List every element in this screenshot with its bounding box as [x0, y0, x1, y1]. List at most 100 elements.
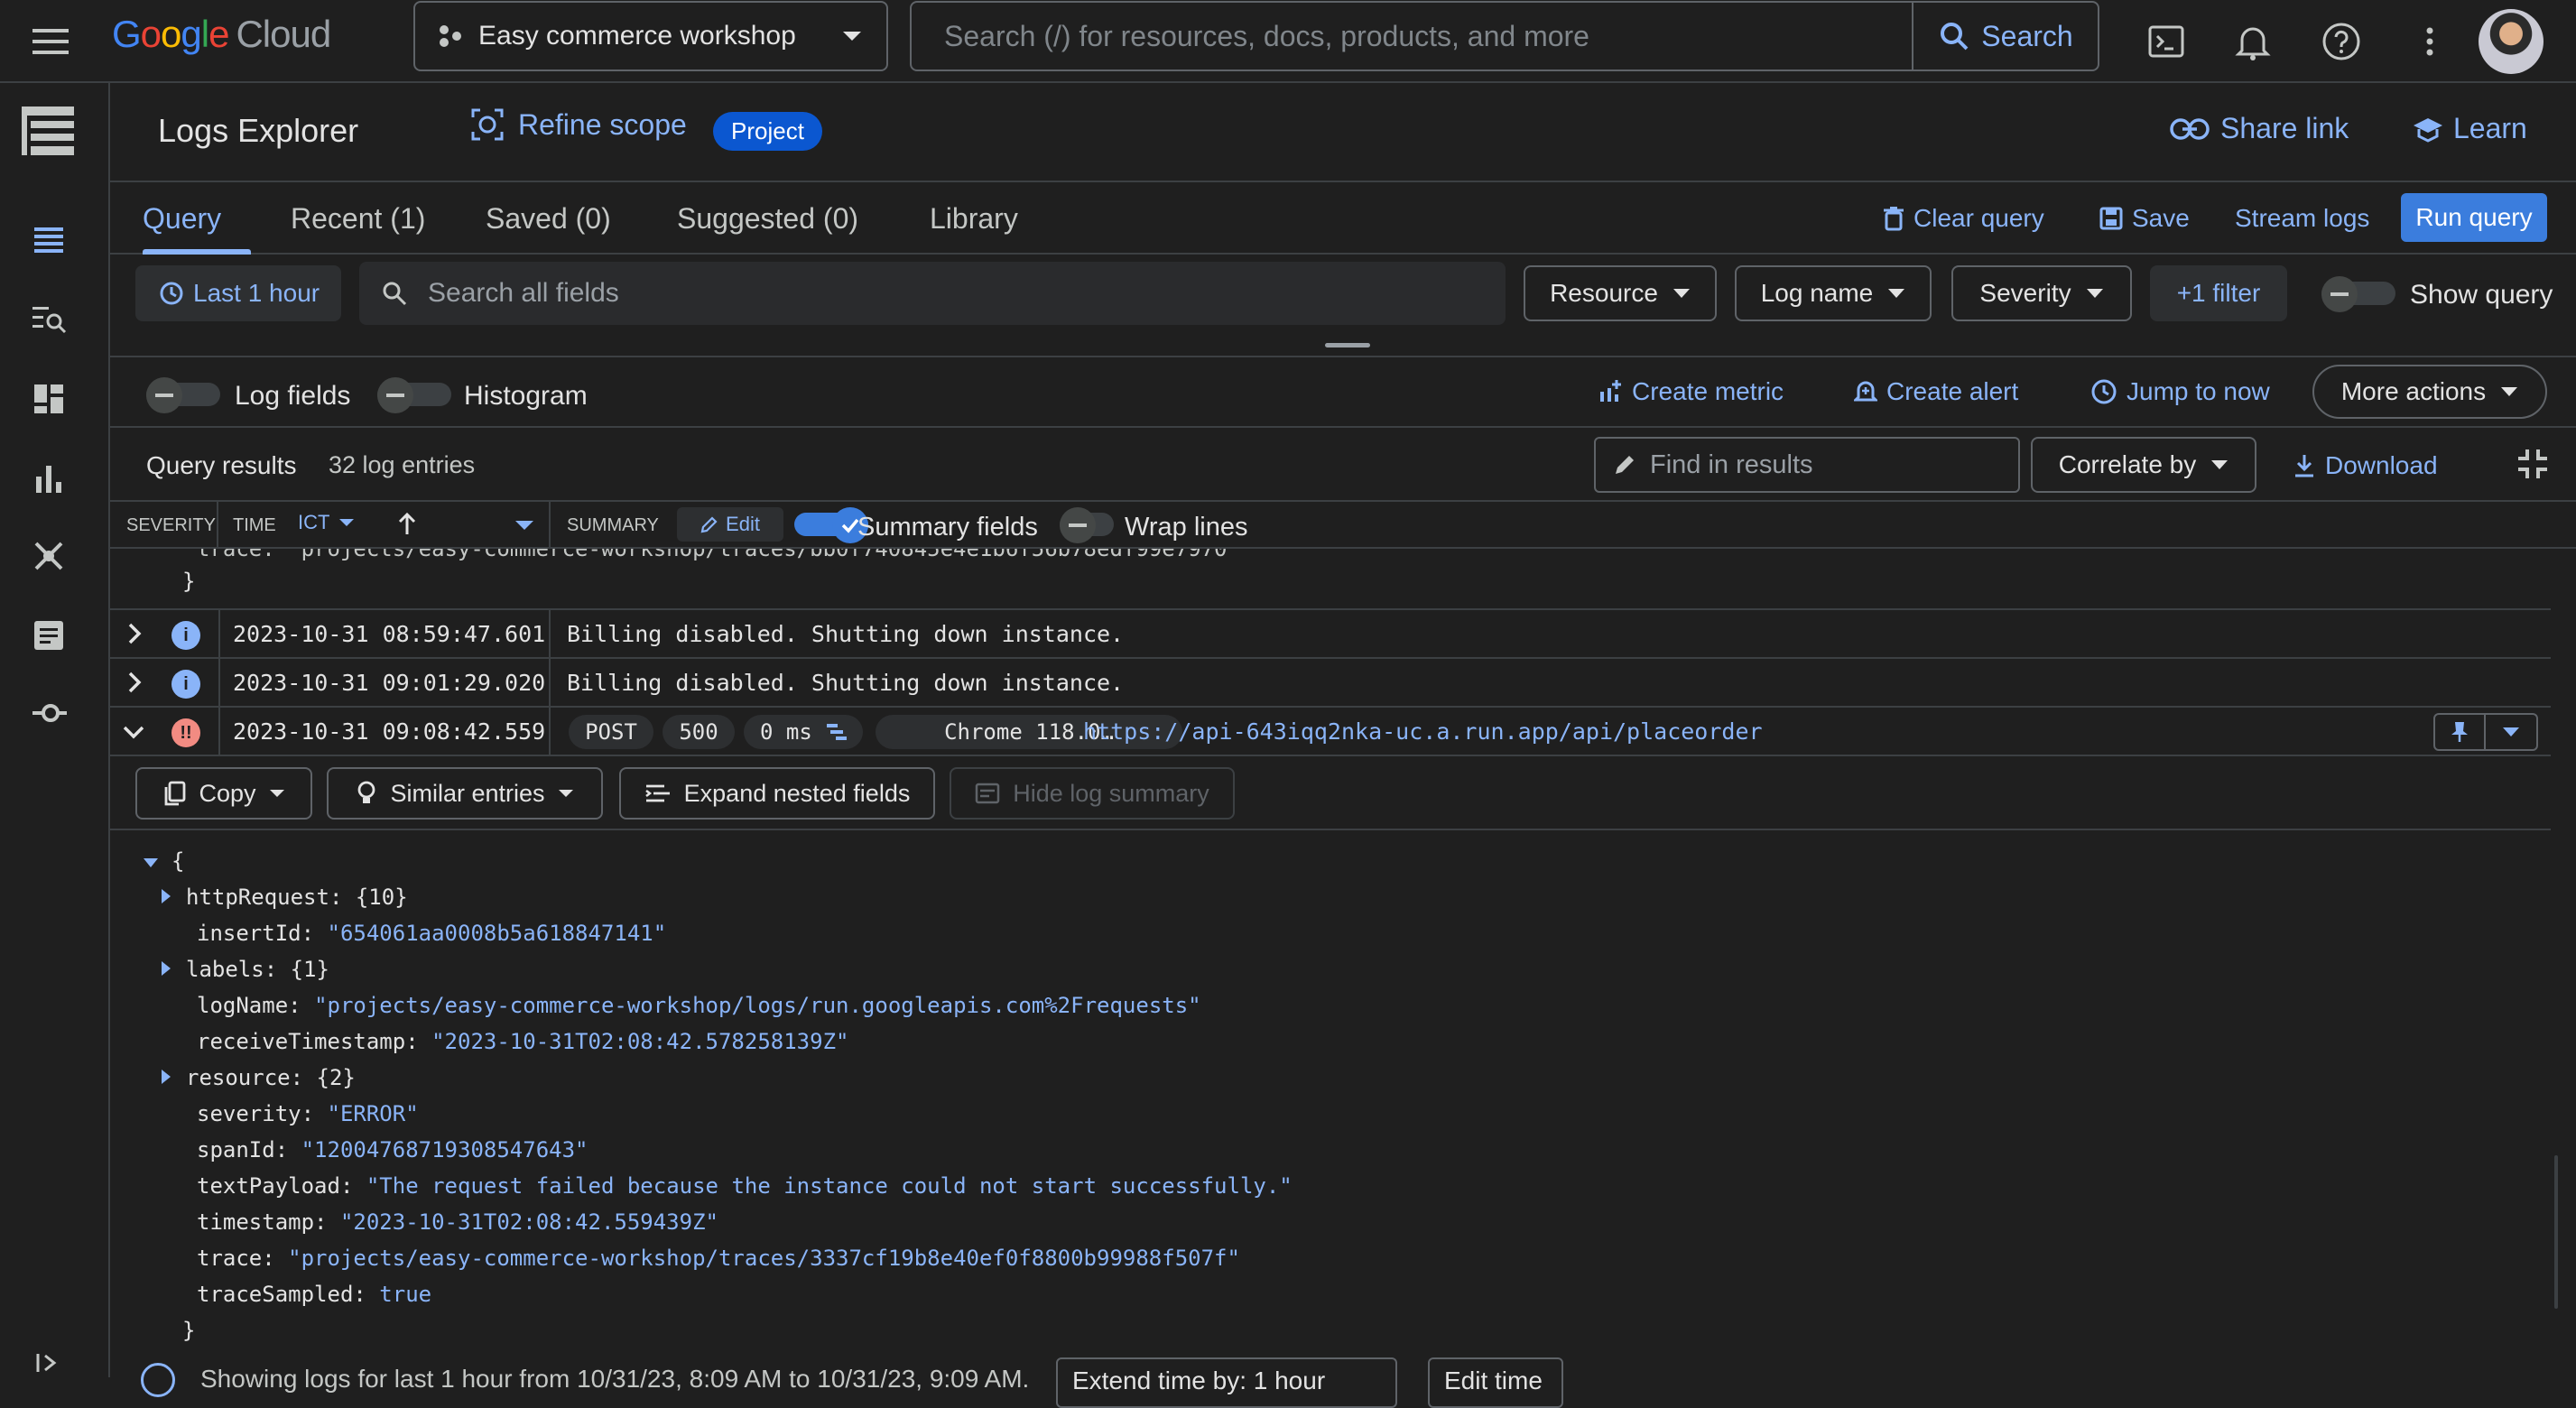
help-icon[interactable]: [2320, 20, 2363, 63]
avatar[interactable]: [2479, 9, 2544, 74]
fullscreen-exit-icon[interactable]: [2515, 446, 2551, 482]
search-button[interactable]: Search: [1912, 3, 2098, 69]
expand-nested-fields-button[interactable]: Expand nested fields: [619, 767, 935, 820]
http-method-chip[interactable]: POST: [569, 715, 653, 749]
json-value: "2023-10-31T02:08:42.559439Z": [339, 1209, 718, 1235]
correlate-by-dropdown[interactable]: Correlate by: [2031, 437, 2256, 493]
clear-query-button[interactable]: Clear query: [1883, 204, 2044, 233]
table-row[interactable]: i 2023-10-31 08:59:47.601 Billing disabl…: [110, 610, 2551, 659]
tab-recent[interactable]: Recent (1): [291, 202, 425, 236]
pin-icon[interactable]: [2435, 715, 2486, 749]
scrollbar-thumb[interactable]: [2554, 1155, 2558, 1309]
page-title: Logs Explorer: [158, 112, 359, 149]
json-key: receiveTimestamp: [197, 1029, 406, 1054]
chevron-right-icon[interactable]: [119, 619, 148, 648]
caret-down-icon[interactable]: [143, 848, 159, 874]
learn-button[interactable]: Learn: [2412, 112, 2527, 145]
expand-nav-icon[interactable]: [34, 1348, 63, 1377]
run-query-button[interactable]: Run query: [2401, 193, 2547, 242]
notifications-bell-icon[interactable]: [2231, 20, 2275, 63]
clock-icon: [2090, 378, 2117, 405]
json-line[interactable]: labels: {1}: [161, 957, 329, 982]
more-actions-dropdown[interactable]: More actions: [2312, 365, 2547, 419]
log-name-dropdown[interactable]: Log name: [1735, 265, 1932, 321]
router-nav-icon[interactable]: [29, 536, 69, 576]
extend-time-button[interactable]: Extend time by: 1 hour: [1056, 1357, 1397, 1408]
pencil-icon: [1612, 452, 1637, 477]
more-filters-button[interactable]: +1 filter: [2150, 265, 2287, 321]
chevron-down-icon[interactable]: [119, 717, 148, 746]
wrap-lines-toggle[interactable]: [1060, 507, 1114, 543]
download-button[interactable]: Download: [2293, 451, 2438, 480]
dashboard-nav-icon[interactable]: [29, 379, 69, 419]
request-url[interactable]: https://api-643iqq2nka-uc.a.run.app/api/…: [1083, 718, 1763, 745]
edit-summary-button[interactable]: Edit: [677, 507, 783, 542]
logs-explorer-nav-icon[interactable]: [29, 218, 69, 258]
cloud-shell-icon[interactable]: [2145, 20, 2188, 63]
json-close-brace: }: [182, 1318, 196, 1343]
row-timestamp: 2023-10-31 08:59:47.601: [233, 621, 546, 647]
log-sink-icon[interactable]: [29, 693, 69, 733]
storage-notes-icon[interactable]: [29, 616, 69, 655]
tab-saved[interactable]: Saved (0): [486, 202, 611, 236]
json-line: spanId: "12004768719308547643": [197, 1137, 588, 1163]
severity-dropdown[interactable]: Severity: [1951, 265, 2132, 321]
more-vert-icon[interactable]: [2408, 20, 2451, 63]
log-fields-toggle[interactable]: [146, 377, 220, 413]
tab-suggested[interactable]: Suggested (0): [677, 202, 858, 236]
sort-ascending-icon[interactable]: [395, 511, 419, 538]
tab-library[interactable]: Library: [930, 202, 1018, 236]
edit-time-button[interactable]: Edit time: [1428, 1357, 1563, 1408]
log-analytics-nav-icon[interactable]: [29, 298, 69, 338]
json-key: resource: [186, 1065, 291, 1090]
hide-log-summary-button[interactable]: Hide log summary: [950, 767, 1235, 820]
copy-button[interactable]: Copy: [135, 767, 312, 820]
resource-dropdown[interactable]: Resource: [1524, 265, 1717, 321]
http-status-chip[interactable]: 500: [663, 715, 735, 749]
expand-nested-label: Expand nested fields: [683, 779, 911, 807]
json-value[interactable]: "projects/easy-commerce-workshop/traces/…: [288, 1246, 1240, 1271]
refine-scope-button[interactable]: Refine scope: [469, 107, 687, 143]
json-line[interactable]: resource: {2}: [161, 1065, 356, 1090]
caret-right-icon[interactable]: [161, 885, 171, 910]
find-in-results-input[interactable]: [1650, 449, 2018, 480]
caret-right-icon[interactable]: [161, 1065, 171, 1090]
share-link-button[interactable]: Share link: [2170, 112, 2349, 145]
project-picker[interactable]: Easy commerce workshop: [413, 1, 888, 71]
column-time[interactable]: TIME: [233, 515, 276, 536]
similar-entries-button[interactable]: Similar entries: [327, 767, 603, 820]
field-search-input[interactable]: [428, 278, 1506, 309]
row-summary: Billing disabled. Shutting down instance…: [567, 621, 1125, 647]
save-button[interactable]: Save: [2099, 204, 2190, 233]
metrics-bar-chart-icon[interactable]: [29, 459, 69, 498]
tab-query[interactable]: Query: [143, 202, 221, 236]
google-cloud-logo[interactable]: Google Cloud: [112, 13, 331, 56]
show-query-toggle[interactable]: [2321, 276, 2395, 312]
column-severity[interactable]: SEVERITY: [126, 515, 216, 536]
timezone-dropdown[interactable]: ICT: [298, 511, 355, 534]
json-key: traceSampled: [197, 1282, 354, 1307]
logging-product-icon[interactable]: [18, 103, 78, 162]
table-row-expanded[interactable]: !! 2023-10-31 09:08:42.559 POST 500 0 ms…: [110, 708, 2551, 756]
chevron-right-icon[interactable]: [119, 668, 148, 697]
json-key: textPayload: [197, 1173, 340, 1199]
hamburger-menu-icon[interactable]: [27, 18, 74, 65]
jump-to-now-button[interactable]: Jump to now: [2090, 377, 2270, 406]
table-row[interactable]: i 2023-10-31 09:01:29.020 Billing disabl…: [110, 659, 2551, 708]
create-alert-button[interactable]: Create alert: [1854, 377, 2018, 406]
time-range-picker[interactable]: Last 1 hour: [135, 265, 341, 321]
scope-chip: Project: [713, 112, 822, 151]
download-icon: [2293, 453, 2316, 478]
create-metric-button[interactable]: Create metric: [1598, 377, 1784, 406]
query-resize-handle[interactable]: [1325, 343, 1370, 347]
histogram-toggle[interactable]: [377, 377, 451, 413]
json-value: "ERROR": [327, 1101, 419, 1126]
stream-logs-button[interactable]: Stream logs: [2235, 204, 2369, 233]
row-menu-caret-icon[interactable]: [2486, 715, 2536, 749]
latency-chip[interactable]: 0 ms: [744, 715, 863, 749]
time-column-menu-icon[interactable]: [514, 520, 534, 531]
caret-right-icon[interactable]: [161, 957, 171, 982]
log-fields-label: Log fields: [235, 381, 351, 411]
global-search-input[interactable]: [912, 3, 1912, 69]
json-line[interactable]: httpRequest: {10}: [161, 885, 408, 910]
